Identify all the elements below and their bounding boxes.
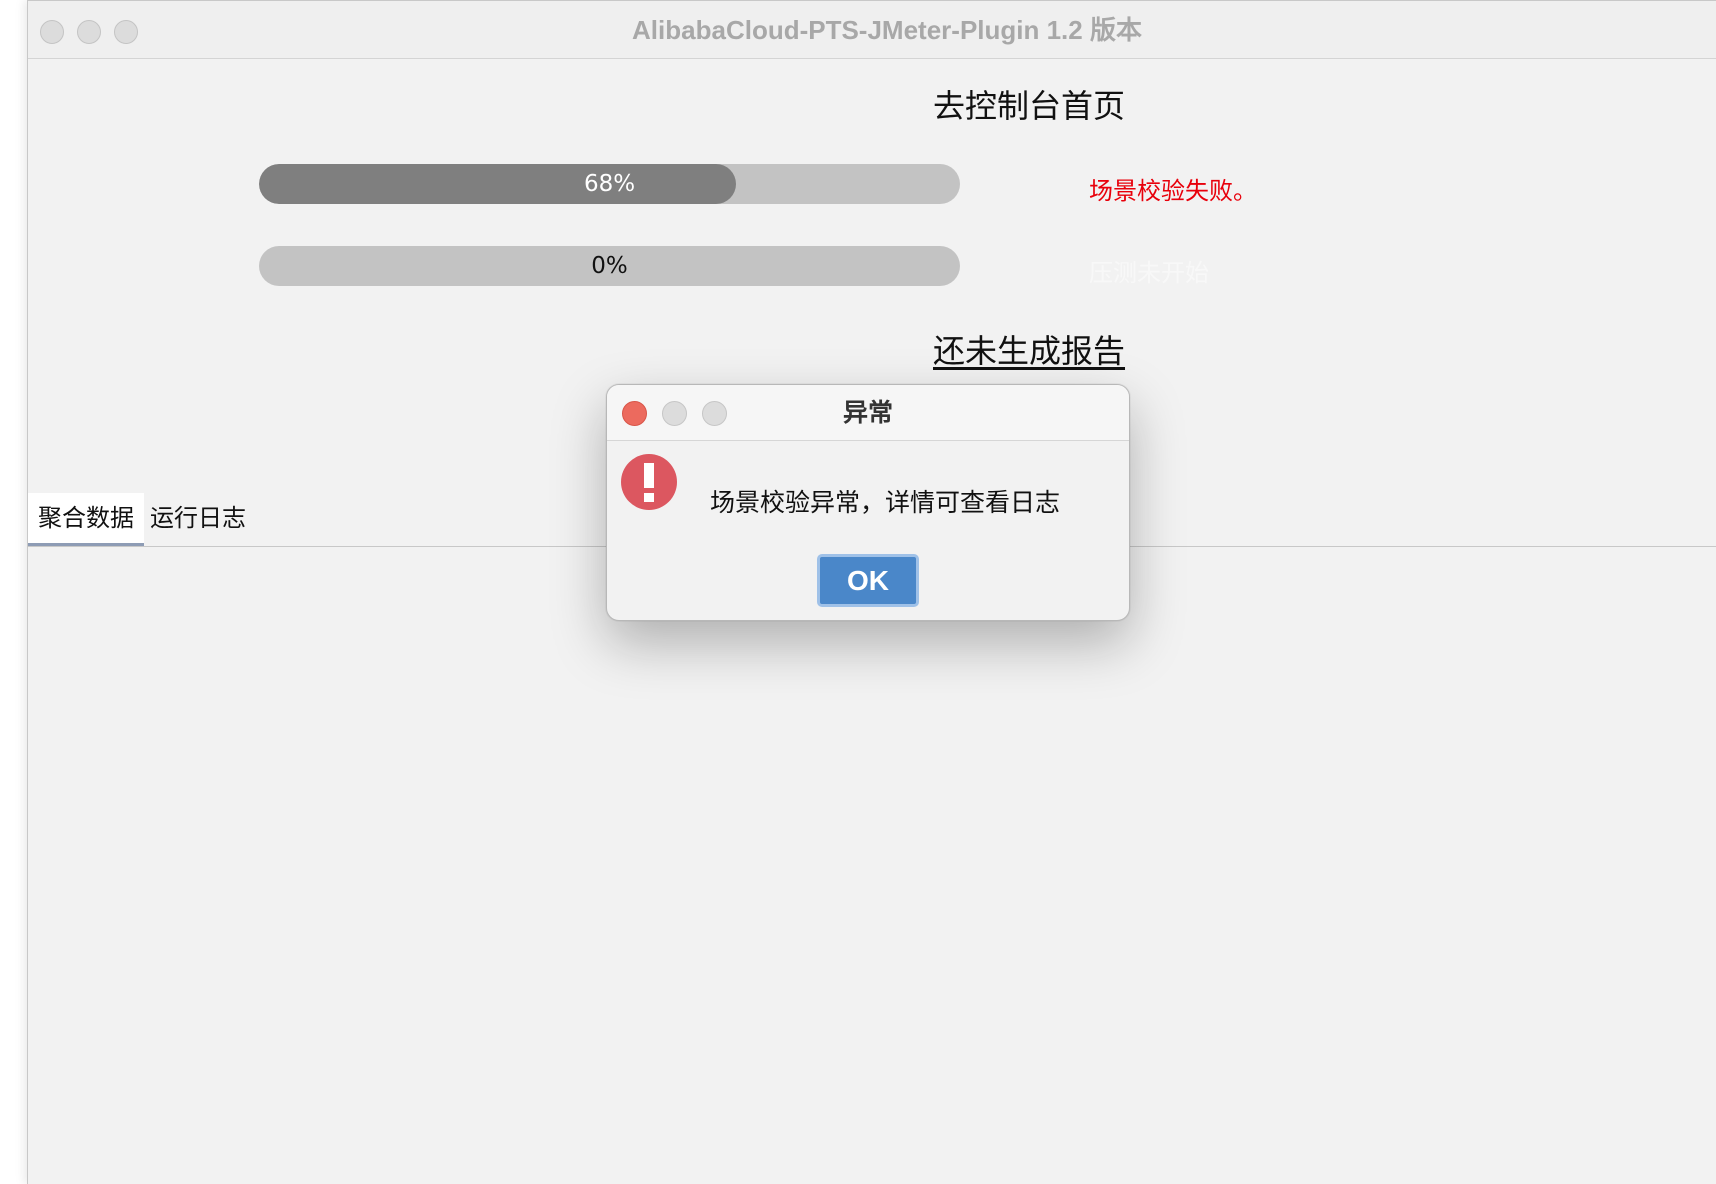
- scene-check-progress-bar: 68%: [259, 164, 960, 204]
- dialog-message: 场景校验异常，详情可查看日志: [710, 488, 1061, 517]
- console-home-link[interactable]: 去控制台首页: [933, 81, 1125, 127]
- window-title: AlibabaCloud-PTS-JMeter-Plugin 1.2 版本: [632, 15, 1142, 45]
- report-link[interactable]: 还未生成报告: [933, 326, 1125, 372]
- pressure-test-progress-bar: 0%: [259, 246, 960, 286]
- dialog-title: 异常: [842, 398, 893, 427]
- pressure-test-status: 压测未开始: [1089, 259, 1209, 287]
- scene-check-status: 场景校验失败。: [1089, 177, 1257, 205]
- title-bar: AlibabaCloud-PTS-JMeter-Plugin 1.2 版本: [28, 1, 1716, 59]
- tab-run-log[interactable]: 运行日志: [140, 493, 256, 547]
- error-icon: [621, 454, 677, 510]
- pressure-test-progress-label: 0%: [591, 253, 628, 279]
- dialog-title-bar: 异常: [607, 385, 1129, 441]
- ok-button[interactable]: OK: [817, 554, 919, 607]
- scene-check-progress-label: 68%: [583, 171, 636, 197]
- error-dialog: 异常 场景校验异常，详情可查看日志 OK: [606, 384, 1130, 621]
- tab-aggregate-data[interactable]: 聚合数据: [28, 493, 144, 547]
